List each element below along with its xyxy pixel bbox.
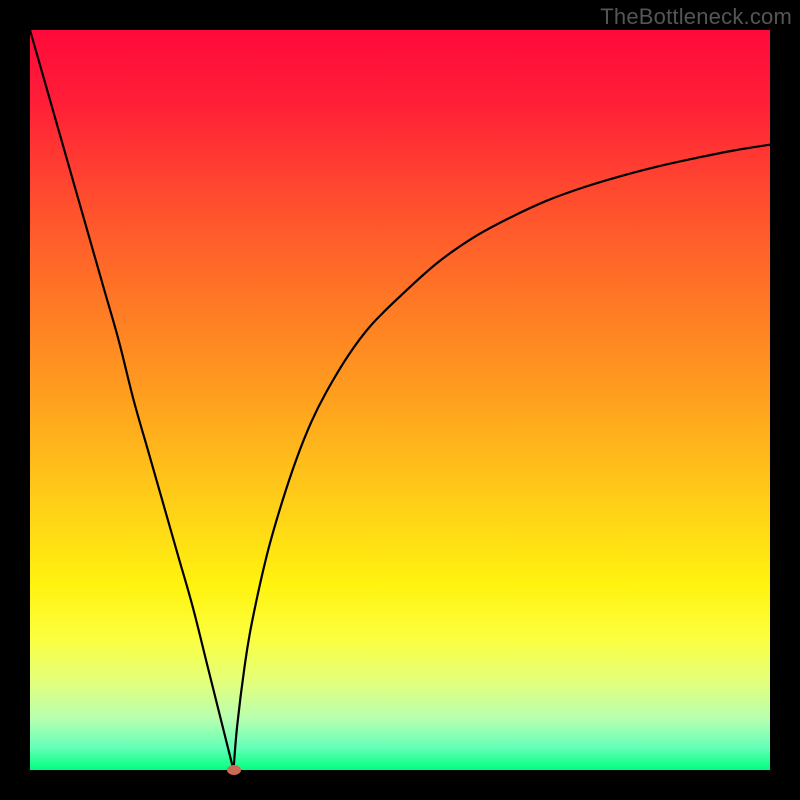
curve-left-branch (30, 30, 234, 770)
curve-right-branch (234, 145, 771, 770)
bottleneck-curve (30, 30, 770, 770)
bottleneck-marker (227, 765, 241, 775)
chart-plot-area (30, 30, 770, 770)
watermark-text: TheBottleneck.com (600, 4, 792, 30)
